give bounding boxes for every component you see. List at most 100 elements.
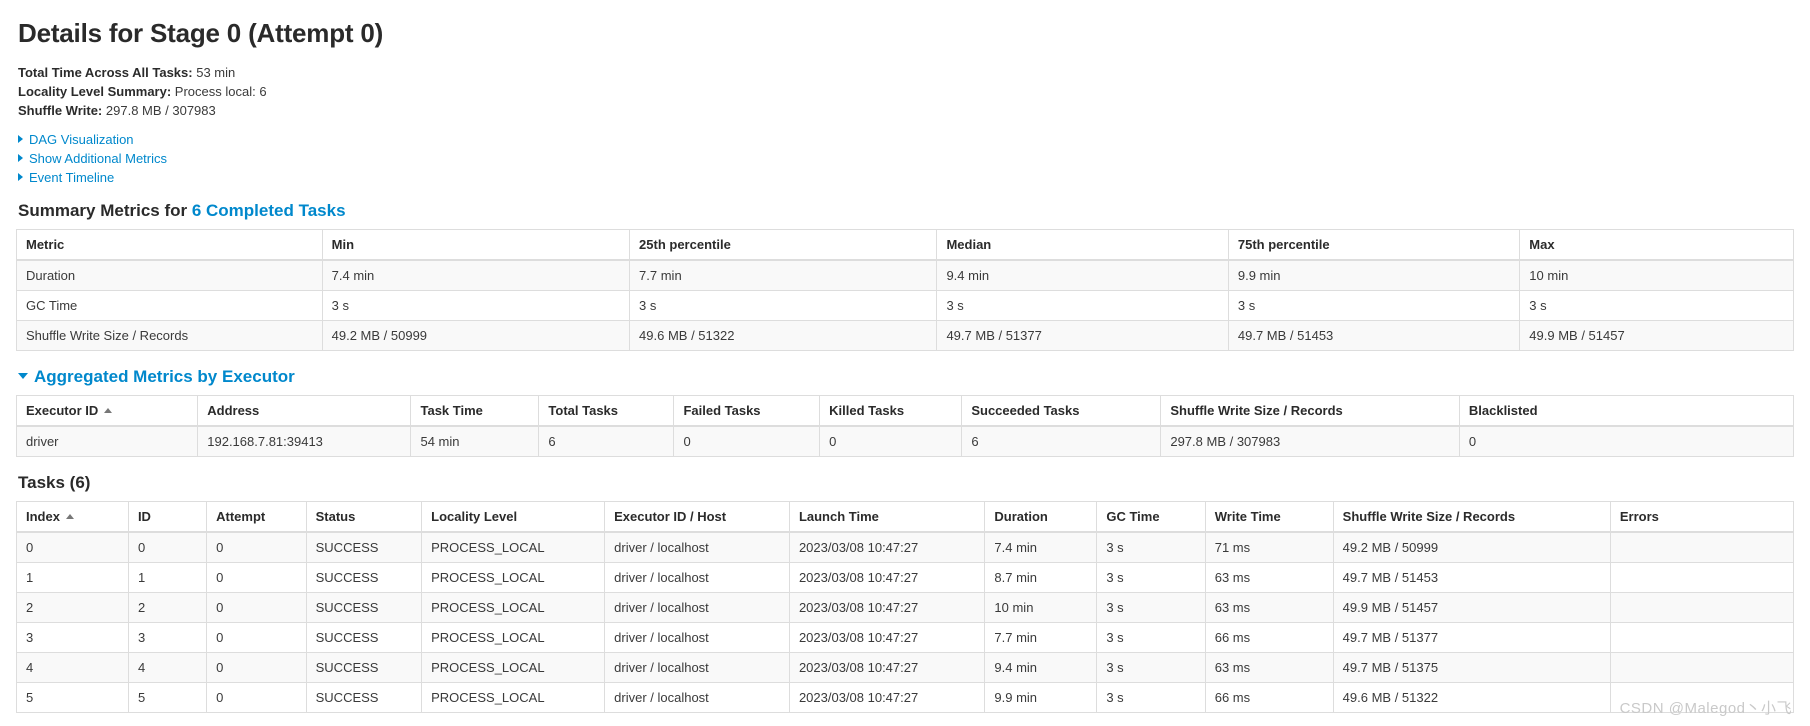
- cell-median: 9.4 min: [936, 259, 1229, 291]
- cell-median: 3 s: [936, 290, 1229, 321]
- column-header-task-time[interactable]: Task Time: [410, 395, 540, 427]
- table-header-row: Executor ID Address Task Time Total Task…: [15, 395, 1795, 427]
- table-row: 5 5 0 SUCCESS PROCESS_LOCAL driver / loc…: [16, 682, 1795, 713]
- cell-index: 1: [16, 562, 129, 593]
- table-header-row: Metric Min 25th percentile Median 75th p…: [16, 229, 1794, 261]
- toggle-links: DAG Visualization Show Additional Metric…: [18, 130, 1794, 187]
- cell-locality-level: PROCESS_LOCAL: [421, 592, 606, 623]
- table-row: Duration 7.4 min 7.7 min 9.4 min 9.9 min…: [16, 259, 1794, 291]
- summary-metrics-heading: Summary Metrics for 6 Completed Tasks: [18, 201, 1794, 221]
- column-header-shuffle-write-size-records[interactable]: Shuffle Write Size / Records: [1332, 501, 1611, 533]
- table-row: GC Time 3 s 3 s 3 s 3 s 3 s: [16, 290, 1794, 321]
- cell-duration: 7.7 min: [984, 622, 1098, 653]
- chevron-right-icon: [18, 135, 23, 143]
- cell-shuffle-write-size-records: 49.7 MB / 51453: [1332, 562, 1611, 593]
- cell-max: 49.9 MB / 51457: [1519, 320, 1794, 351]
- cell-executor-id-host: driver / localhost: [604, 682, 790, 713]
- column-header-killed-tasks[interactable]: Killed Tasks: [819, 395, 963, 427]
- summary-metrics-table: Metric Min 25th percentile Median 75th p…: [16, 229, 1794, 351]
- table-row: 1 1 0 SUCCESS PROCESS_LOCAL driver / loc…: [16, 562, 1795, 593]
- column-header-attempt[interactable]: Attempt: [206, 501, 307, 533]
- toggle-show-additional-metrics[interactable]: Show Additional Metrics: [18, 149, 1794, 168]
- cell-min: 7.4 min: [321, 259, 631, 291]
- cell-executor-id-host: driver / localhost: [604, 652, 790, 683]
- cell-median: 49.7 MB / 51377: [936, 320, 1229, 351]
- aggregated-metrics-heading-label: Aggregated Metrics by Executor: [34, 367, 295, 386]
- cell-shuffle-write-size-records: 49.6 MB / 51322: [1332, 682, 1611, 713]
- cell-min: 3 s: [321, 290, 631, 321]
- cell-launch-time: 2023/03/08 10:47:27: [788, 622, 986, 653]
- column-header-25th-percentile[interactable]: 25th percentile: [629, 229, 938, 261]
- column-header-duration[interactable]: Duration: [984, 501, 1098, 533]
- cell-p25: 49.6 MB / 51322: [629, 320, 938, 351]
- cell-shuffle-write-size-records: 49.7 MB / 51375: [1332, 652, 1611, 683]
- column-header-median[interactable]: Median: [936, 229, 1229, 261]
- cell-status: SUCCESS: [305, 682, 423, 713]
- toggle-event-timeline[interactable]: Event Timeline: [18, 168, 1794, 187]
- cell-id: 4: [127, 652, 208, 683]
- cell-write-time: 63 ms: [1204, 562, 1334, 593]
- summary-line-shuffle-write: Shuffle Write: 297.8 MB / 307983: [18, 101, 1794, 120]
- cell-blacklisted: 0: [1458, 425, 1795, 457]
- table-header-row: Index ID Attempt Status Locality Level E…: [16, 501, 1795, 533]
- cell-errors: [1609, 592, 1795, 623]
- cell-errors: [1609, 652, 1795, 683]
- column-header-status[interactable]: Status: [305, 501, 423, 533]
- cell-errors: [1609, 562, 1795, 593]
- column-header-blacklisted[interactable]: Blacklisted: [1458, 395, 1795, 427]
- cell-status: SUCCESS: [305, 652, 423, 683]
- column-header-label: Index: [26, 509, 60, 524]
- column-header-gc-time[interactable]: GC Time: [1096, 501, 1206, 533]
- summary-metrics-heading-prefix: Summary Metrics for: [18, 201, 192, 220]
- page-title: Details for Stage 0 (Attempt 0): [18, 18, 384, 48]
- cell-id: 3: [127, 622, 208, 653]
- column-header-locality-level[interactable]: Locality Level: [421, 501, 606, 533]
- chevron-right-icon: [18, 154, 23, 162]
- table-row: 2 2 0 SUCCESS PROCESS_LOCAL driver / loc…: [16, 592, 1795, 623]
- summary-value: Process local: 6: [174, 84, 267, 99]
- toggle-dag-visualization[interactable]: DAG Visualization: [18, 130, 1794, 149]
- stage-details-page: Details for Stage 0 (Attempt 0) Total Ti…: [0, 0, 1810, 713]
- cell-duration: 9.9 min: [984, 682, 1098, 713]
- cell-launch-time: 2023/03/08 10:47:27: [788, 652, 986, 683]
- aggregated-metrics-heading[interactable]: Aggregated Metrics by Executor: [18, 367, 1794, 387]
- completed-tasks-link[interactable]: 6 Completed Tasks: [192, 201, 346, 220]
- tasks-table: Index ID Attempt Status Locality Level E…: [16, 501, 1795, 713]
- column-header-executor-id-host[interactable]: Executor ID / Host: [604, 501, 790, 533]
- column-header-launch-time[interactable]: Launch Time: [788, 501, 986, 533]
- column-header-succeeded-tasks[interactable]: Succeeded Tasks: [961, 395, 1162, 427]
- column-header-total-tasks[interactable]: Total Tasks: [538, 395, 675, 427]
- cell-attempt: 0: [206, 682, 307, 713]
- column-header-address[interactable]: Address: [197, 395, 412, 427]
- column-header-index[interactable]: Index: [16, 501, 129, 533]
- cell-locality-level: PROCESS_LOCAL: [421, 622, 606, 653]
- cell-duration: 9.4 min: [984, 652, 1098, 683]
- cell-gc-time: 3 s: [1096, 531, 1206, 563]
- cell-executor-id-host: driver / localhost: [604, 622, 790, 653]
- cell-index: 5: [16, 682, 129, 713]
- cell-index: 0: [16, 531, 129, 563]
- cell-p75: 9.9 min: [1227, 259, 1521, 291]
- column-header-id[interactable]: ID: [127, 501, 208, 533]
- cell-status: SUCCESS: [305, 531, 423, 563]
- column-header-75th-percentile[interactable]: 75th percentile: [1227, 229, 1521, 261]
- cell-launch-time: 2023/03/08 10:47:27: [788, 682, 986, 713]
- table-row: 0 0 0 SUCCESS PROCESS_LOCAL driver / loc…: [16, 531, 1795, 563]
- cell-succeeded-tasks: 6: [961, 425, 1162, 457]
- column-header-metric[interactable]: Metric: [16, 229, 323, 261]
- column-header-failed-tasks[interactable]: Failed Tasks: [673, 395, 821, 427]
- column-header-shuffle-write-size-records[interactable]: Shuffle Write Size / Records: [1160, 395, 1460, 427]
- cell-executor-id-host: driver / localhost: [604, 531, 790, 563]
- column-header-max[interactable]: Max: [1519, 229, 1794, 261]
- cell-locality-level: PROCESS_LOCAL: [421, 682, 606, 713]
- cell-id: 5: [127, 682, 208, 713]
- cell-locality-level: PROCESS_LOCAL: [421, 531, 606, 563]
- column-header-executor-id[interactable]: Executor ID: [15, 395, 199, 427]
- column-header-min[interactable]: Min: [321, 229, 631, 261]
- summary-value: 297.8 MB / 307983: [105, 103, 216, 118]
- cell-duration: 8.7 min: [984, 562, 1098, 593]
- summary-line-total-time: Total Time Across All Tasks: 53 min: [18, 63, 1794, 82]
- cell-locality-level: PROCESS_LOCAL: [421, 652, 606, 683]
- column-header-write-time[interactable]: Write Time: [1204, 501, 1334, 533]
- column-header-errors[interactable]: Errors: [1609, 501, 1795, 533]
